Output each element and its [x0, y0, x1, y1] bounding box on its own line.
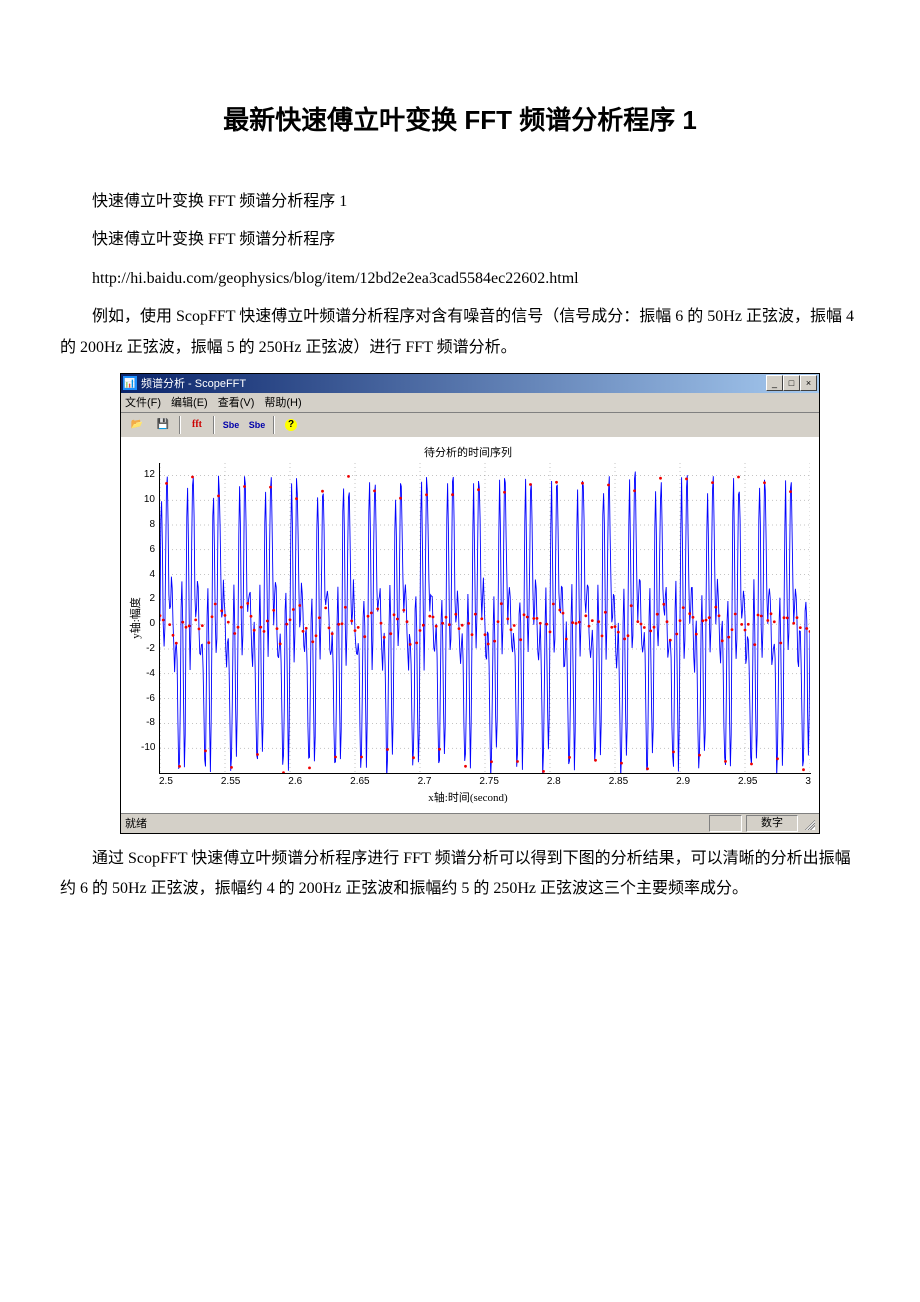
plot: [159, 463, 811, 774]
y-tick-label: 2: [141, 593, 155, 604]
paragraph-4: 通过 ScopFFT 快速傅立叶频谱分析程序进行 FFT 频谱分析可以得到下图的…: [60, 844, 860, 905]
app-window: 📊 频谱分析 - ScopeFFT _ □ × 文件(F) 编辑(E) 查看(V…: [120, 373, 820, 834]
x-tick-label: 2.5: [159, 776, 173, 787]
x-axis-label: x轴:时间(second): [123, 787, 813, 811]
menu-file[interactable]: 文件(F): [125, 394, 161, 410]
y-tick-label: 0: [141, 618, 155, 629]
save-button[interactable]: 💾: [151, 414, 175, 436]
y-tick-label: 8: [141, 519, 155, 530]
x-tick-label: 2.7: [418, 776, 432, 787]
app-title: 频谱分析 - ScopeFFT: [141, 375, 246, 391]
x-tick-label: 2.9: [676, 776, 690, 787]
x-tick-label: 2.95: [738, 776, 757, 787]
chart-area: 待分析的时间序列 y轴:幅度 121086420-2-4-6-8-10 2.52…: [121, 437, 819, 813]
y-tick-label: -6: [141, 693, 155, 704]
sbe2-button[interactable]: Sbe: [245, 414, 269, 436]
x-tick-label: 2.8: [547, 776, 561, 787]
open-icon: 📂: [131, 419, 143, 430]
x-axis-ticks: 2.5 2.55 2.6 2.65 2.7 2.75 2.8 2.85 2.9 2.95 3: [159, 774, 811, 787]
separator-icon: [213, 416, 215, 434]
save-icon: 💾: [157, 419, 169, 430]
minimize-button[interactable]: _: [766, 375, 783, 391]
x-tick-label: 2.75: [479, 776, 498, 787]
x-tick-label: 2.6: [288, 776, 302, 787]
y-tick-label: 6: [141, 544, 155, 555]
x-tick-label: 2.55: [221, 776, 240, 787]
open-button[interactable]: 📂: [125, 414, 149, 436]
resize-grip-icon: [802, 817, 815, 830]
paragraph-2: 快速傅立叶变换 FFT 频谱分析程序: [60, 225, 860, 255]
titlebar: 📊 频谱分析 - ScopeFFT _ □ ×: [121, 374, 819, 393]
menu-edit[interactable]: 编辑(E): [171, 394, 208, 410]
x-tick-label: 2.65: [350, 776, 369, 787]
y-tick-label: 10: [141, 494, 155, 505]
x-tick-label: 2.85: [609, 776, 628, 787]
separator-icon: [273, 416, 275, 434]
status-left: 就绪: [125, 815, 147, 831]
x-tick-label: 3: [805, 776, 811, 787]
y-tick-label: -2: [141, 643, 155, 654]
y-tick-label: -10: [141, 742, 155, 753]
chart-title: 待分析的时间序列: [123, 441, 813, 463]
page-title: 最新快速傅立叶变换 FFT 频谱分析程序 1: [60, 100, 860, 137]
source-url: http://hi.baidu.com/geophysics/blog/item…: [60, 264, 860, 294]
menubar: 文件(F) 编辑(E) 查看(V) 帮助(H): [121, 393, 819, 412]
app-icon: 📊: [123, 376, 137, 390]
y-tick-label: 4: [141, 569, 155, 580]
status-numlock: 数字: [746, 815, 798, 832]
close-button[interactable]: ×: [800, 375, 817, 391]
fft-button[interactable]: fft: [185, 414, 209, 436]
sbe-icon: Sbe: [223, 420, 240, 430]
menu-help[interactable]: 帮助(H): [264, 394, 301, 410]
help-button[interactable]: ?: [279, 414, 303, 436]
menu-view[interactable]: 查看(V): [218, 394, 255, 410]
y-tick-label: -8: [141, 717, 155, 728]
toolbar: 📂 💾 fft Sbe Sbe ?: [121, 412, 819, 437]
sbe-icon: Sbe: [249, 420, 266, 430]
status-empty: [709, 815, 742, 832]
sbe1-button[interactable]: Sbe: [219, 414, 243, 436]
paragraph-1: 快速傅立叶变换 FFT 频谱分析程序 1: [60, 187, 860, 217]
separator-icon: [179, 416, 181, 434]
maximize-button[interactable]: □: [783, 375, 800, 391]
help-icon: ?: [285, 419, 297, 431]
y-tick-label: 12: [141, 469, 155, 480]
y-tick-label: -4: [141, 668, 155, 679]
fft-icon: fft: [192, 419, 202, 430]
paragraph-3: 例如，使用 ScopFFT 快速傅立叶频谱分析程序对含有噪音的信号（信号成分：振…: [60, 302, 860, 363]
statusbar: 就绪 数字: [121, 813, 819, 833]
